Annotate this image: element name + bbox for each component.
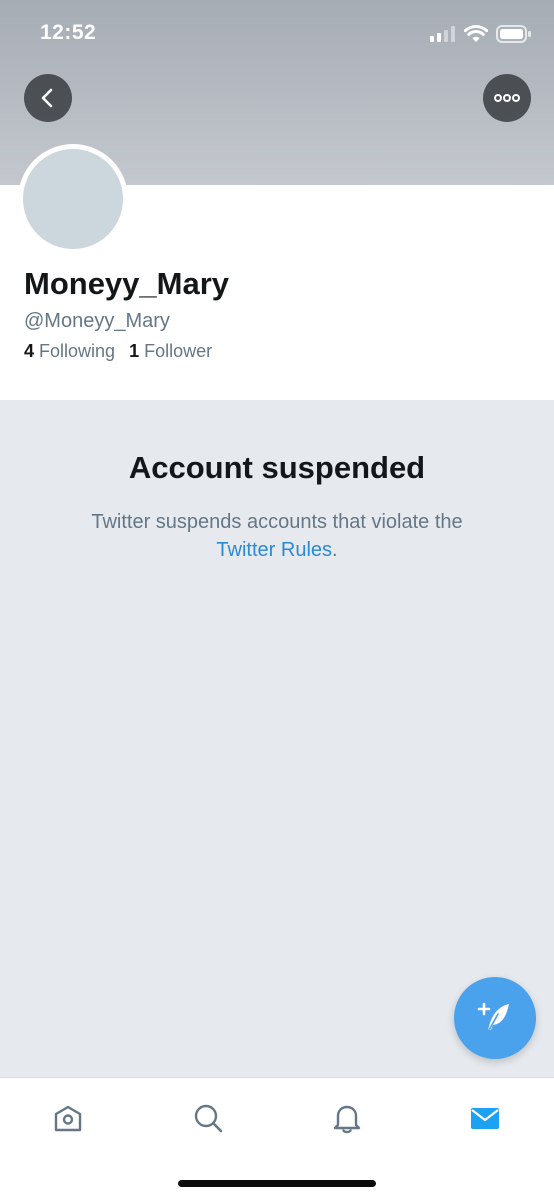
tab-search[interactable] — [186, 1096, 230, 1140]
tab-messages[interactable] — [463, 1096, 507, 1140]
search-icon — [194, 1104, 223, 1133]
home-icon — [54, 1105, 82, 1132]
tab-home[interactable] — [46, 1096, 90, 1140]
chevron-left-icon — [41, 88, 53, 108]
home-indicator — [178, 1180, 376, 1187]
following-count: 4 — [24, 341, 35, 361]
status-bar: 12:52 — [0, 0, 554, 70]
avatar[interactable] — [18, 144, 128, 254]
followers-label: Follower — [144, 341, 213, 361]
twitter-rules-link[interactable]: Twitter Rules — [216, 539, 332, 561]
more-options-button[interactable] — [483, 74, 531, 122]
compose-feather-icon — [477, 1002, 509, 1033]
cellular-signal-icon — [430, 26, 455, 42]
tab-notifications[interactable] — [325, 1096, 369, 1140]
following-link[interactable]: 4 Following — [24, 341, 115, 361]
followers-count: 1 — [129, 341, 140, 361]
wifi-icon — [464, 25, 488, 42]
follow-stats: 4 Following 1 Follower — [24, 341, 212, 362]
following-label: Following — [39, 341, 116, 361]
mail-icon — [471, 1108, 499, 1129]
suspended-title: Account suspended — [128, 450, 426, 485]
status-icons — [430, 22, 532, 46]
back-button[interactable] — [24, 74, 72, 122]
profile-handle: @Moneyy_Mary — [24, 310, 170, 332]
suspended-message-period: . — [332, 539, 338, 561]
profile-display-name: Moneyy_Mary — [24, 266, 230, 301]
more-horizontal-icon — [494, 94, 520, 102]
suspended-message-text: Twitter suspends accounts that violate t… — [91, 511, 463, 533]
followers-link[interactable]: 1 Follower — [129, 341, 212, 361]
suspended-message: Twitter suspends accounts that violate t… — [40, 508, 514, 564]
status-time: 12:52 — [40, 21, 97, 44]
bell-icon — [333, 1105, 361, 1134]
battery-icon — [496, 25, 531, 43]
compose-tweet-button[interactable] — [454, 977, 536, 1059]
